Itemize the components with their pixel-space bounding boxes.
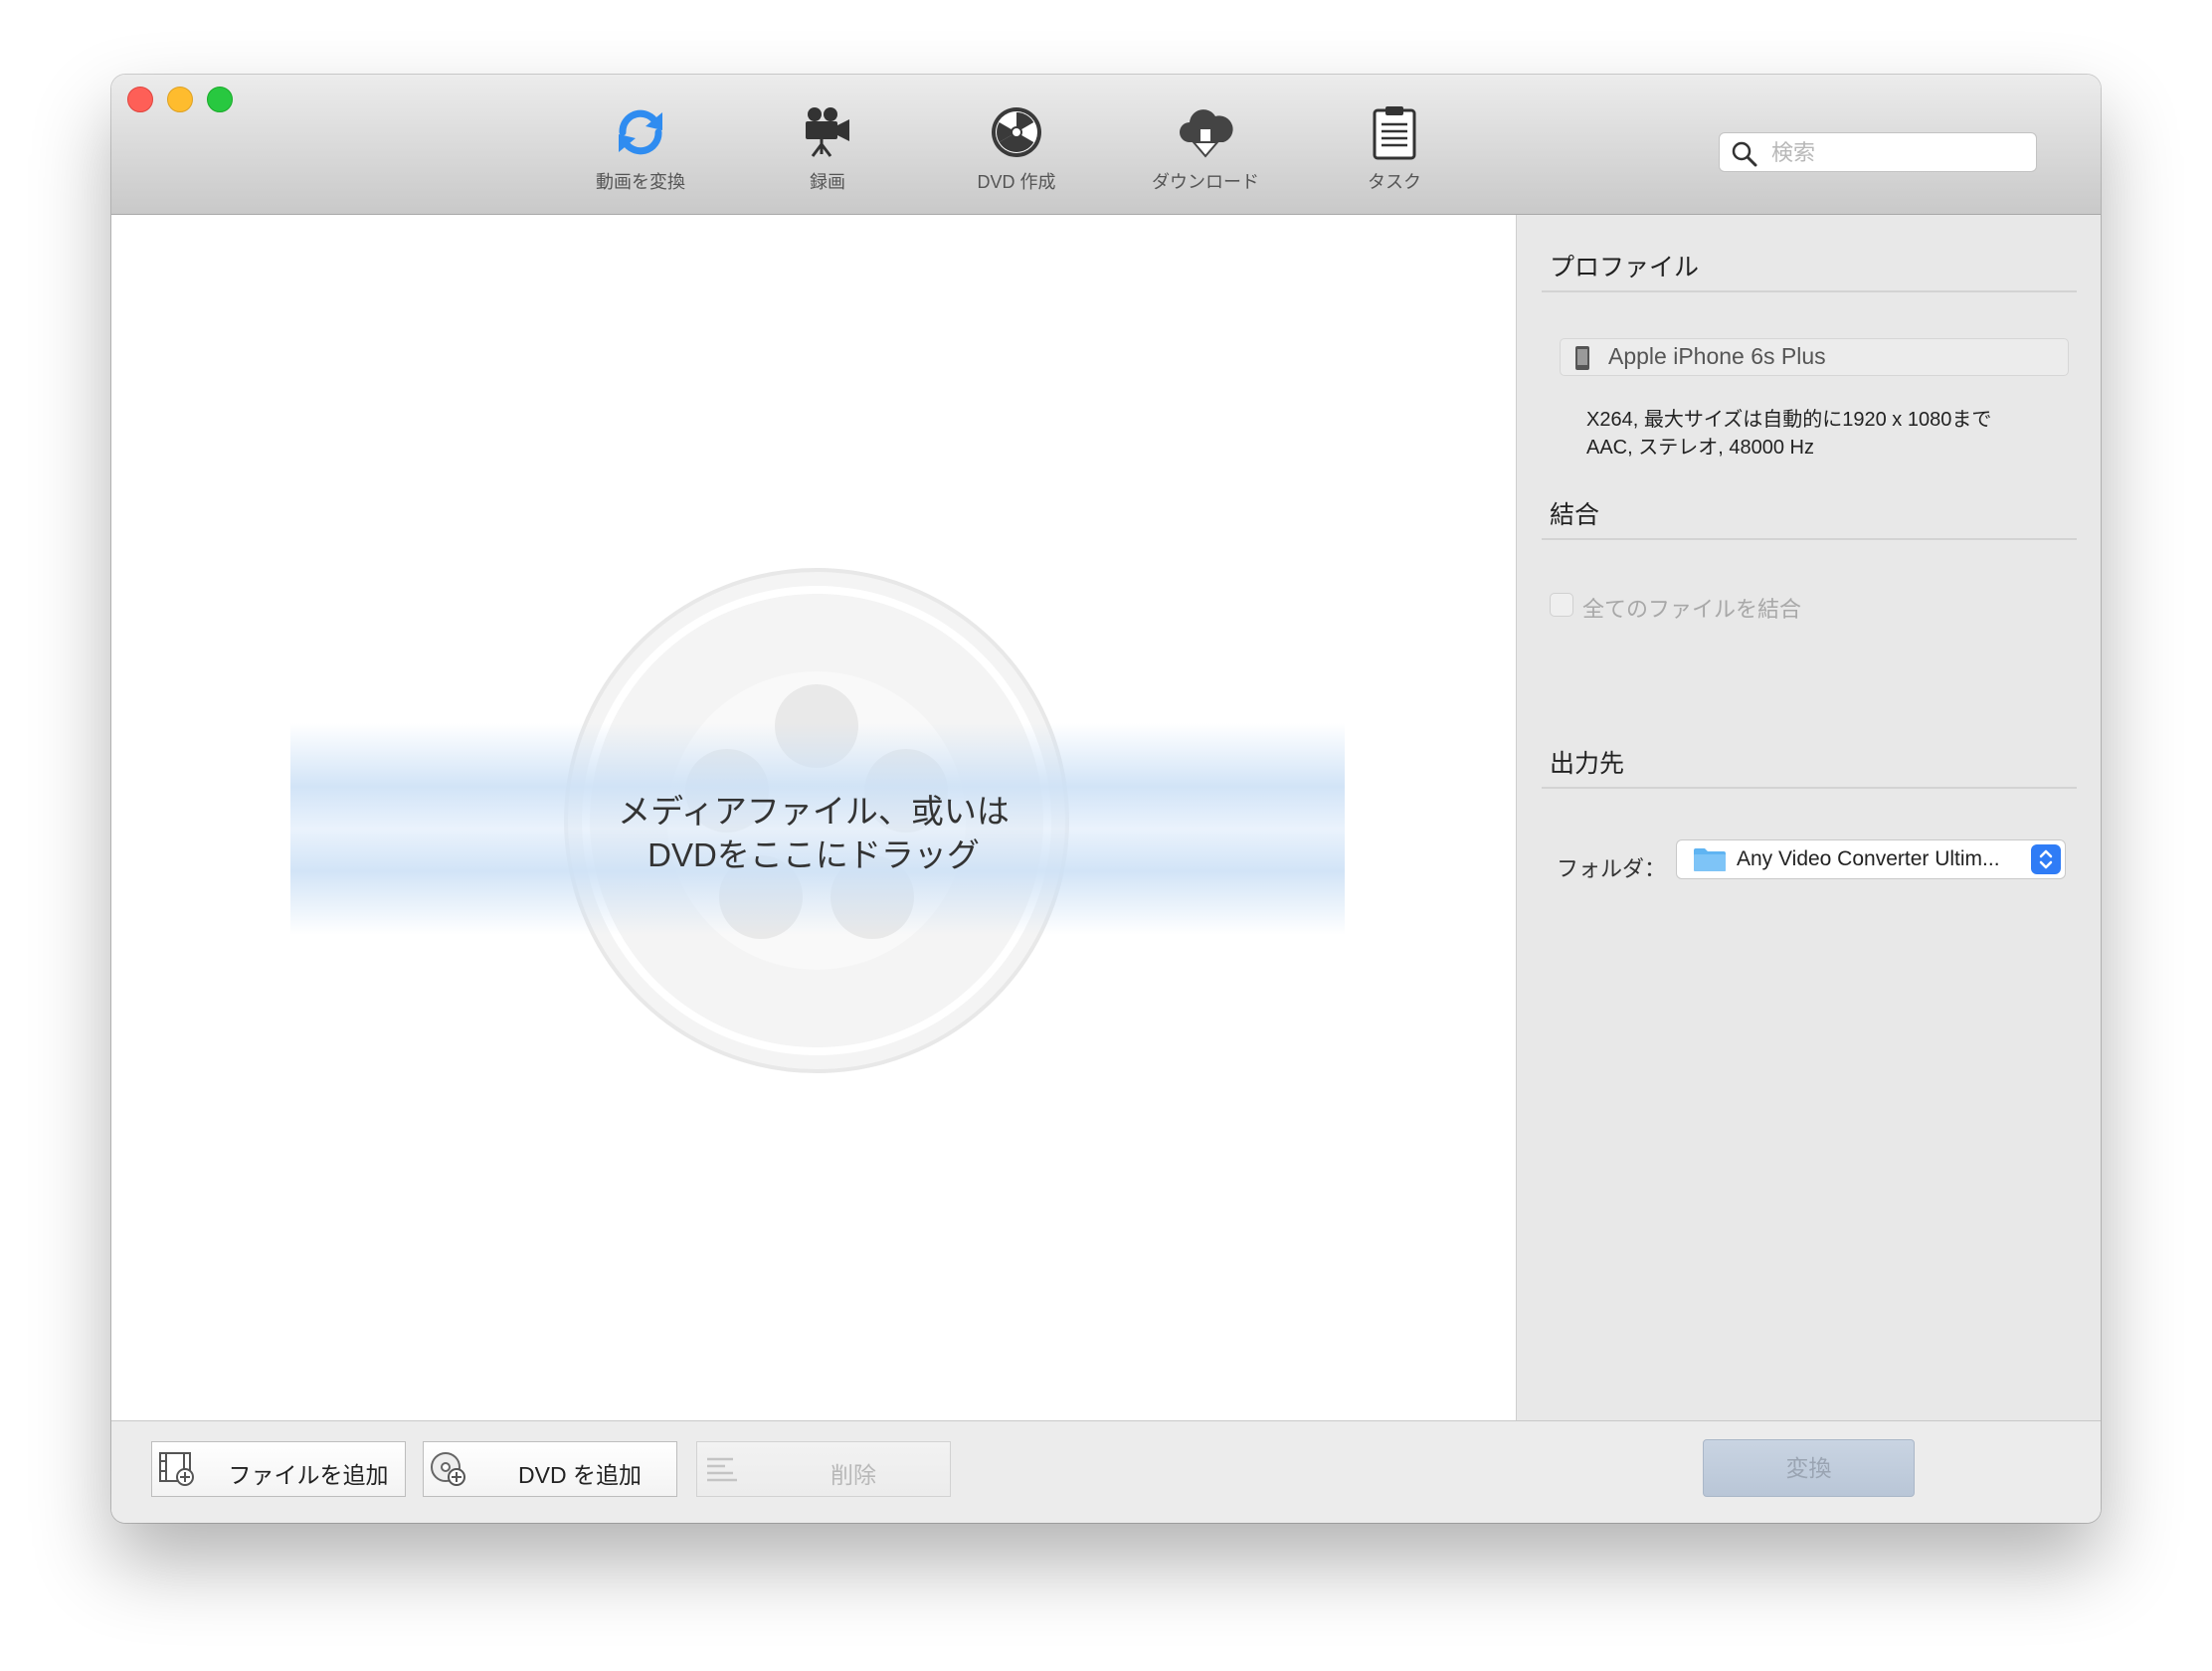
output-folder-select[interactable]: Any Video Converter Ultim... xyxy=(1676,839,2066,879)
merge-section-title: 結合 xyxy=(1550,501,1600,529)
merge-all-checkbox[interactable] xyxy=(1550,593,1573,617)
toolbar-task-label: タスク xyxy=(1368,172,1421,192)
toolbar-download-button[interactable]: ダウンロード xyxy=(1126,104,1285,204)
toolbar-record-button[interactable]: 録画 xyxy=(748,104,907,204)
search-box[interactable] xyxy=(1719,132,2037,172)
profile-section-title: プロファイル xyxy=(1550,254,1700,281)
clipboard-task-icon xyxy=(1373,106,1416,160)
convert-button[interactable]: 変換 xyxy=(1703,1439,1915,1497)
search-icon xyxy=(1732,141,1757,167)
merge-separator xyxy=(1542,538,2077,540)
toolbar: 動画を変換 録画 DVD 作成 ダウンロード タスク 検索 xyxy=(111,75,2101,215)
output-folder-value: Any Video Converter Ultim... xyxy=(1737,847,2000,870)
profile-video-desc: X264, 最大サイズは自動的に1920 x 1080まで xyxy=(1586,409,1992,431)
phone-icon xyxy=(1575,346,1589,370)
drop-zone[interactable]: メディアファイル、或いは DVDをここにドラッグ xyxy=(111,215,1517,1420)
toolbar-record-label: 録画 xyxy=(810,172,845,192)
add-video-file-icon xyxy=(159,1452,194,1486)
dvd-burn-icon xyxy=(992,107,1041,157)
search-input[interactable] xyxy=(1769,139,2027,167)
profile-separator xyxy=(1542,290,2077,292)
chevron-updown-icon xyxy=(2039,849,2053,869)
toolbar-convert-button[interactable]: 動画を変換 xyxy=(561,104,720,204)
add-dvd-icon xyxy=(431,1452,465,1486)
maximize-window-button[interactable] xyxy=(207,87,233,112)
delete-list-icon xyxy=(707,1457,737,1482)
output-separator xyxy=(1542,787,2077,789)
settings-panel: プロファイル Apple iPhone 6s Plus X264, 最大サイズは… xyxy=(1517,215,2101,1420)
delete-button[interactable]: 削除 xyxy=(696,1441,951,1497)
video-camera-icon xyxy=(806,107,849,157)
bottom-bar: ファイルを追加 DVD を追加 削除 変換 xyxy=(111,1420,2101,1523)
minimize-window-button[interactable] xyxy=(167,87,193,112)
folder-icon xyxy=(1694,848,1726,871)
toolbar-task-button[interactable]: タスク xyxy=(1315,104,1474,204)
profile-selector[interactable]: Apple iPhone 6s Plus xyxy=(1560,338,2069,376)
add-file-button[interactable]: ファイルを追加 xyxy=(151,1441,406,1497)
add-file-label: ファイルを追加 xyxy=(228,1462,389,1488)
output-section-title: 出力先 xyxy=(1550,750,1625,778)
toolbar-convert-label: 動画を変換 xyxy=(596,172,685,192)
convert-refresh-icon xyxy=(619,109,662,155)
cloud-download-icon xyxy=(1180,109,1233,158)
profile-value: Apple iPhone 6s Plus xyxy=(1608,343,1826,369)
profile-audio-desc: AAC, ステレオ, 48000 Hz xyxy=(1586,437,1814,459)
close-window-button[interactable] xyxy=(127,87,153,112)
merge-all-label: 全てのファイルを結合 xyxy=(1582,597,1802,622)
toolbar-dvd-button[interactable]: DVD 作成 xyxy=(937,104,1096,204)
add-dvd-button[interactable]: DVD を追加 xyxy=(423,1441,677,1497)
toolbar-dvd-label: DVD 作成 xyxy=(977,172,1056,192)
toolbar-download-label: ダウンロード xyxy=(1152,172,1259,192)
add-dvd-label: DVD を追加 xyxy=(518,1462,642,1488)
folder-label: フォルダ： xyxy=(1557,856,1667,881)
drop-instruction-line2: DVDをここにドラッグ xyxy=(647,836,980,873)
drop-instruction: メディアファイル、或いは DVDをここにドラッグ xyxy=(111,790,1516,877)
folder-dropdown-stepper[interactable] xyxy=(2031,844,2061,874)
delete-label: 削除 xyxy=(830,1462,876,1488)
app-window: 動画を変換 録画 DVD 作成 ダウンロード タスク 検索 メディアファイル、或… xyxy=(111,75,2101,1523)
drop-instruction-line1: メディアファイル、或いは xyxy=(618,793,1010,830)
